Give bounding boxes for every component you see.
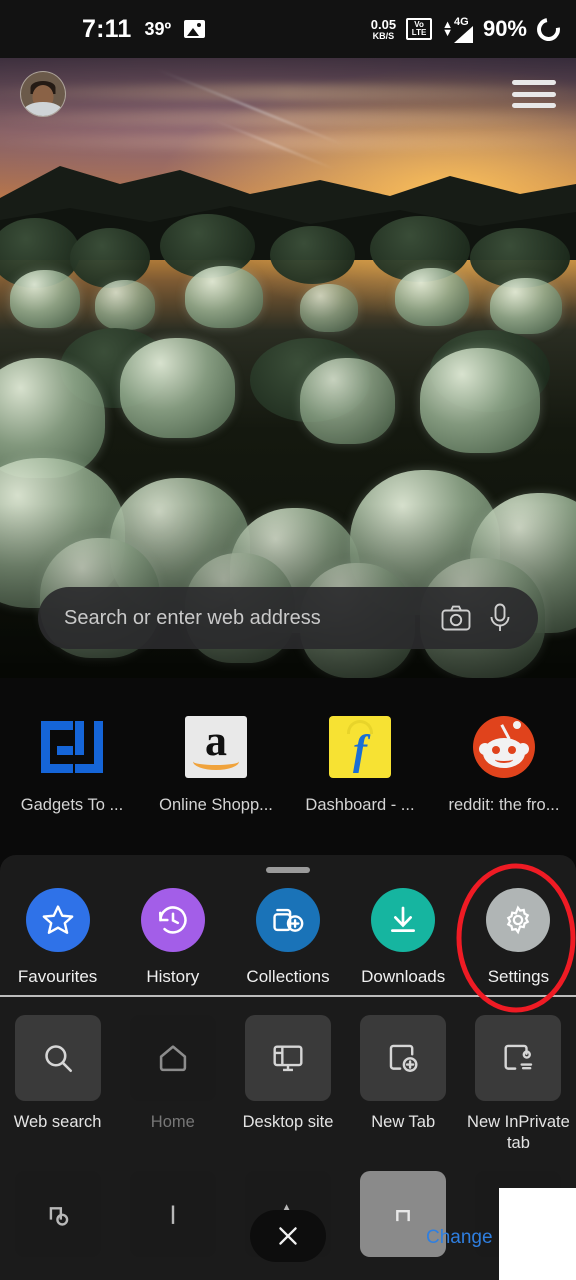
camera-icon[interactable] [440,602,472,634]
quick-action-label: Downloads [361,967,446,986]
microphone-icon[interactable] [484,602,516,634]
history-clock-icon [140,888,205,952]
system-status-bar: 7:11 39º 0.05 KB/S Vo LTE ▲ ▼ 4G 90% [0,0,576,58]
grid-item-label: New InPrivate tab [467,1113,570,1153]
grid-item-label: New Tab [371,1113,436,1131]
white-occlusion-rectangle [499,1188,576,1280]
grid-item-label: Home [150,1113,195,1131]
drag-handle[interactable] [266,867,310,873]
gadgets-to-use-logo [37,712,107,782]
quick-action-label: Settings [487,967,550,986]
grid-item-label: Web search [13,1113,102,1131]
close-sheet-container [0,1210,576,1262]
data-speed-value: 0.05 [370,16,397,32]
shortcut-label: Online Shopp... [159,796,273,814]
tools-grid-row-1: Web search Home Desktop site New Tab New… [0,1015,576,1154]
quick-action-settings[interactable]: Settings [461,888,576,987]
battery-percent: 90% [482,16,527,41]
home-icon [129,1015,216,1101]
grid-item-web-search[interactable]: Web search [0,1015,115,1154]
status-time: 7:11 [82,14,132,43]
quick-action-label: Favourites [17,967,98,986]
battery-circle-icon [532,12,565,46]
wallpaper-background [0,58,576,678]
grid-item-home[interactable]: Home [115,1015,230,1154]
reddit-logo [469,712,539,782]
shortcut-amazon[interactable]: a Online Shopp... [144,712,288,815]
data-transfer-arrows: ▲ ▼ [442,18,453,39]
quick-action-favourites[interactable]: Favourites [0,888,115,987]
flipkart-logo: f [325,712,395,782]
sheet-section-divider [0,995,576,997]
shortcut-label: Dashboard - ... [305,796,415,814]
quick-action-collections[interactable]: Collections [230,888,345,987]
shortcut-label: Gadgets To ... [20,796,124,814]
profile-avatar[interactable] [20,71,66,117]
shortcut-tiles: Gadgets To ... a Online Shopp... f Dashb… [0,712,576,815]
shortcut-label: reddit: the fro... [448,796,560,814]
collections-add-icon [256,888,320,952]
star-icon [25,888,90,952]
grid-item-desktop-site[interactable]: Desktop site [230,1015,345,1154]
quick-action-history[interactable]: History [115,888,230,987]
grid-item-new-tab[interactable]: New Tab [346,1015,461,1154]
data-speed-indicator: 0.05 KB/S [371,18,396,41]
signal-strength-icon: ▲ ▼ 4G [442,16,473,43]
new-tab-icon [360,1015,447,1101]
close-x-icon[interactable] [250,1210,326,1262]
shortcut-flipkart[interactable]: f Dashboard - ... [288,712,432,815]
amazon-logo: a [181,712,251,782]
status-temperature: 39º [144,18,172,39]
desktop-monitor-icon [245,1015,331,1101]
download-icon [371,888,436,952]
data-speed-unit: KB/S [372,30,395,41]
quick-action-label: History [146,967,200,986]
browser-top-bar [0,58,576,130]
hamburger-menu-icon[interactable] [512,77,556,111]
volte-icon: Vo LTE [406,17,433,41]
quick-action-downloads[interactable]: Downloads [346,888,461,987]
address-bar[interactable]: Search or enter web address [38,587,538,649]
shortcut-reddit[interactable]: reddit: the fro... [432,712,576,815]
photo-icon [184,20,206,38]
quick-actions-row: Favourites History Collections Downloads… [0,888,576,987]
inprivate-tab-icon [475,1015,562,1101]
shortcut-gadgets-to-use[interactable]: Gadgets To ... [0,712,144,815]
search-icon [14,1015,101,1101]
browser-home-screen: 7:11 39º 0.05 KB/S Vo LTE ▲ ▼ 4G 90% Sea… [0,0,576,1280]
search-input[interactable]: Search or enter web address [64,607,428,630]
grid-item-label: Desktop site [242,1113,334,1131]
quick-action-label: Collections [246,967,330,986]
gear-icon [486,888,551,952]
grid-item-new-inprivate-tab[interactable]: New InPrivate tab [461,1015,576,1154]
